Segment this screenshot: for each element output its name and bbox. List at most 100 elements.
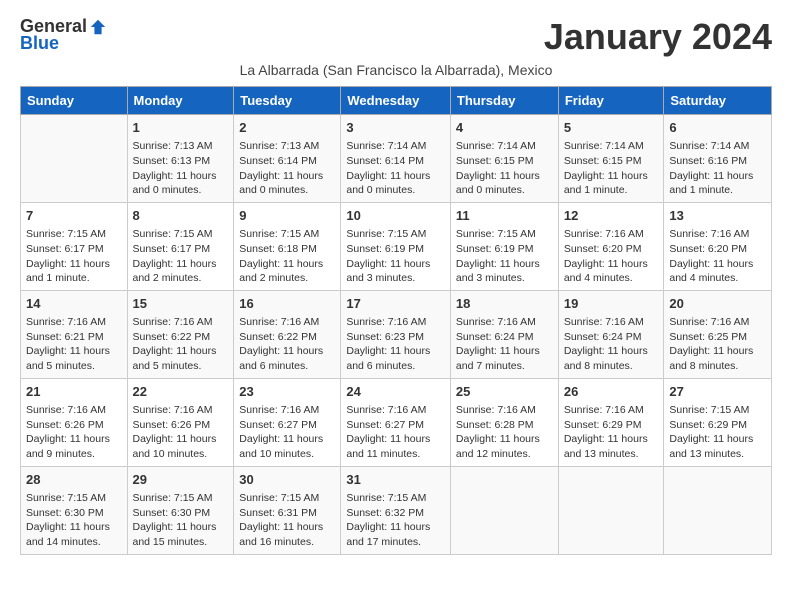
calendar-cell: 23 Sunrise: 7:16 AM Sunset: 6:27 PM Dayli…	[234, 378, 341, 466]
calendar-table: SundayMondayTuesdayWednesdayThursdayFrid…	[20, 86, 772, 555]
day-info: Sunrise: 7:15 AM Sunset: 6:30 PM Dayligh…	[26, 491, 122, 550]
calendar-body: 1Sunrise: 7:13 AM Sunset: 6:13 PM Daylig…	[21, 115, 772, 555]
day-info: Sunrise: 7:13 AM Sunset: 6:14 PM Dayligh…	[239, 139, 335, 198]
calendar-header-monday: Monday	[127, 87, 234, 115]
day-number: 13	[669, 207, 766, 225]
calendar-cell: 22Sunrise: 7:16 AM Sunset: 6:26 PM Dayli…	[127, 378, 234, 466]
day-number: 18	[456, 295, 553, 313]
calendar-cell: 12 Sunrise: 7:16 AM Sunset: 6:20 PM Dayli…	[558, 202, 664, 290]
day-info: Sunrise: 7:15 AM Sunset: 6:31 PM Dayligh…	[239, 491, 335, 550]
calendar-cell: 25 Sunrise: 7:16 AM Sunset: 6:28 PM Dayli…	[450, 378, 558, 466]
day-info: Sunrise: 7:15 AM Sunset: 6:30 PM Dayligh…	[133, 491, 229, 550]
calendar-week-5: 28 Sunrise: 7:15 AM Sunset: 6:30 PM Dayli…	[21, 466, 772, 554]
calendar-cell: 9Sunrise: 7:15 AM Sunset: 6:18 PM Daylig…	[234, 202, 341, 290]
calendar-week-4: 21Sunrise: 7:16 AM Sunset: 6:26 PM Dayli…	[21, 378, 772, 466]
calendar-cell	[450, 466, 558, 554]
calendar-cell	[558, 466, 664, 554]
header: General Blue January 2024	[20, 16, 772, 58]
subtitle: La Albarrada (San Francisco la Albarrada…	[20, 62, 772, 78]
calendar-header-thursday: Thursday	[450, 87, 558, 115]
calendar-cell: 17 Sunrise: 7:16 AM Sunset: 6:23 PM Dayli…	[341, 290, 451, 378]
day-number: 8	[133, 207, 229, 225]
day-number: 27	[669, 383, 766, 401]
day-number: 7	[26, 207, 122, 225]
day-info: Sunrise: 7:16 AM Sunset: 6:25 PM Dayligh…	[669, 315, 766, 374]
day-info: Sunrise: 7:16 AM Sunset: 6:20 PM Dayligh…	[669, 227, 766, 286]
calendar-cell: 8 Sunrise: 7:15 AM Sunset: 6:17 PM Daylig…	[127, 202, 234, 290]
logo: General Blue	[20, 16, 107, 54]
day-number: 17	[346, 295, 445, 313]
day-number: 24	[346, 383, 445, 401]
day-info: Sunrise: 7:16 AM Sunset: 6:23 PM Dayligh…	[346, 315, 445, 374]
day-number: 10	[346, 207, 445, 225]
calendar-cell: 15Sunrise: 7:16 AM Sunset: 6:22 PM Dayli…	[127, 290, 234, 378]
calendar-cell: 31 Sunrise: 7:15 AM Sunset: 6:32 PM Dayli…	[341, 466, 451, 554]
day-number: 25	[456, 383, 553, 401]
calendar-cell: 6 Sunrise: 7:14 AM Sunset: 6:16 PM Daylig…	[664, 115, 772, 203]
calendar-week-2: 7 Sunrise: 7:15 AM Sunset: 6:17 PM Daylig…	[21, 202, 772, 290]
calendar-cell: 11Sunrise: 7:15 AM Sunset: 6:19 PM Dayli…	[450, 202, 558, 290]
day-info: Sunrise: 7:15 AM Sunset: 6:19 PM Dayligh…	[346, 227, 445, 286]
day-info: Sunrise: 7:16 AM Sunset: 6:26 PM Dayligh…	[133, 403, 229, 462]
day-info: Sunrise: 7:16 AM Sunset: 6:20 PM Dayligh…	[564, 227, 659, 286]
calendar-cell: 24 Sunrise: 7:16 AM Sunset: 6:27 PM Dayli…	[341, 378, 451, 466]
day-number: 14	[26, 295, 122, 313]
calendar-cell: 4Sunrise: 7:14 AM Sunset: 6:15 PM Daylig…	[450, 115, 558, 203]
day-info: Sunrise: 7:14 AM Sunset: 6:16 PM Dayligh…	[669, 139, 766, 198]
calendar-cell: 2Sunrise: 7:13 AM Sunset: 6:14 PM Daylig…	[234, 115, 341, 203]
calendar-cell: 30 Sunrise: 7:15 AM Sunset: 6:31 PM Dayli…	[234, 466, 341, 554]
calendar-cell: 28 Sunrise: 7:15 AM Sunset: 6:30 PM Dayli…	[21, 466, 128, 554]
calendar-header-row: SundayMondayTuesdayWednesdayThursdayFrid…	[21, 87, 772, 115]
day-number: 12	[564, 207, 659, 225]
day-info: Sunrise: 7:16 AM Sunset: 6:21 PM Dayligh…	[26, 315, 122, 374]
calendar-cell: 16Sunrise: 7:16 AM Sunset: 6:22 PM Dayli…	[234, 290, 341, 378]
day-info: Sunrise: 7:16 AM Sunset: 6:27 PM Dayligh…	[239, 403, 335, 462]
day-info: Sunrise: 7:15 AM Sunset: 6:17 PM Dayligh…	[133, 227, 229, 286]
calendar-cell: 14 Sunrise: 7:16 AM Sunset: 6:21 PM Dayli…	[21, 290, 128, 378]
day-info: Sunrise: 7:14 AM Sunset: 6:15 PM Dayligh…	[564, 139, 659, 198]
day-number: 30	[239, 471, 335, 489]
calendar-cell	[21, 115, 128, 203]
calendar-week-3: 14 Sunrise: 7:16 AM Sunset: 6:21 PM Dayli…	[21, 290, 772, 378]
day-number: 5	[564, 119, 659, 137]
day-info: Sunrise: 7:16 AM Sunset: 6:26 PM Dayligh…	[26, 403, 122, 462]
calendar-week-1: 1Sunrise: 7:13 AM Sunset: 6:13 PM Daylig…	[21, 115, 772, 203]
day-info: Sunrise: 7:16 AM Sunset: 6:27 PM Dayligh…	[346, 403, 445, 462]
calendar-header-sunday: Sunday	[21, 87, 128, 115]
day-info: Sunrise: 7:14 AM Sunset: 6:14 PM Dayligh…	[346, 139, 445, 198]
day-number: 15	[133, 295, 229, 313]
day-info: Sunrise: 7:16 AM Sunset: 6:24 PM Dayligh…	[456, 315, 553, 374]
day-number: 3	[346, 119, 445, 137]
calendar-cell: 7 Sunrise: 7:15 AM Sunset: 6:17 PM Daylig…	[21, 202, 128, 290]
day-number: 20	[669, 295, 766, 313]
calendar-cell: 1Sunrise: 7:13 AM Sunset: 6:13 PM Daylig…	[127, 115, 234, 203]
calendar-cell: 18 Sunrise: 7:16 AM Sunset: 6:24 PM Dayli…	[450, 290, 558, 378]
day-info: Sunrise: 7:16 AM Sunset: 6:28 PM Dayligh…	[456, 403, 553, 462]
calendar-cell: 26 Sunrise: 7:16 AM Sunset: 6:29 PM Dayli…	[558, 378, 664, 466]
calendar-cell: 19Sunrise: 7:16 AM Sunset: 6:24 PM Dayli…	[558, 290, 664, 378]
calendar-cell: 3 Sunrise: 7:14 AM Sunset: 6:14 PM Daylig…	[341, 115, 451, 203]
day-number: 16	[239, 295, 335, 313]
calendar-header-friday: Friday	[558, 87, 664, 115]
day-number: 28	[26, 471, 122, 489]
day-number: 29	[133, 471, 229, 489]
logo-icon	[89, 18, 107, 36]
day-number: 31	[346, 471, 445, 489]
calendar-cell: 5 Sunrise: 7:14 AM Sunset: 6:15 PM Daylig…	[558, 115, 664, 203]
day-info: Sunrise: 7:16 AM Sunset: 6:24 PM Dayligh…	[564, 315, 659, 374]
calendar-cell: 10 Sunrise: 7:15 AM Sunset: 6:19 PM Dayli…	[341, 202, 451, 290]
calendar-cell: 29 Sunrise: 7:15 AM Sunset: 6:30 PM Dayli…	[127, 466, 234, 554]
day-info: Sunrise: 7:15 AM Sunset: 6:32 PM Dayligh…	[346, 491, 445, 550]
day-number: 9	[239, 207, 335, 225]
day-info: Sunrise: 7:16 AM Sunset: 6:29 PM Dayligh…	[564, 403, 659, 462]
calendar-header-tuesday: Tuesday	[234, 87, 341, 115]
day-info: Sunrise: 7:15 AM Sunset: 6:29 PM Dayligh…	[669, 403, 766, 462]
calendar-header-saturday: Saturday	[664, 87, 772, 115]
calendar-cell: 13 Sunrise: 7:16 AM Sunset: 6:20 PM Dayli…	[664, 202, 772, 290]
day-number: 26	[564, 383, 659, 401]
day-info: Sunrise: 7:15 AM Sunset: 6:19 PM Dayligh…	[456, 227, 553, 286]
calendar-cell: 27 Sunrise: 7:15 AM Sunset: 6:29 PM Dayli…	[664, 378, 772, 466]
day-info: Sunrise: 7:15 AM Sunset: 6:17 PM Dayligh…	[26, 227, 122, 286]
day-number: 23	[239, 383, 335, 401]
day-number: 6	[669, 119, 766, 137]
